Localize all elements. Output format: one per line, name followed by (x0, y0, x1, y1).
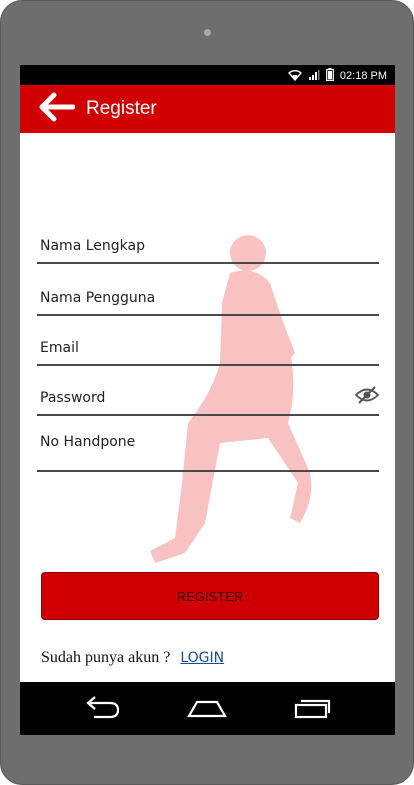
phone-input[interactable] (40, 434, 340, 450)
status-time: 02:18 PM (339, 70, 387, 82)
page-title: Register (86, 98, 157, 119)
username-input[interactable] (40, 290, 340, 306)
nav-back-icon[interactable] (84, 695, 122, 726)
wifi-icon (287, 69, 302, 84)
signal-icon (308, 69, 320, 84)
register-form: REGISTER Sudah punya akun ? LOGIN (20, 133, 395, 682)
phone-field[interactable] (37, 414, 379, 472)
login-link[interactable]: LOGIN (180, 650, 224, 666)
camera-dot (204, 29, 211, 36)
login-prompt: Sudah punya akun ? LOGIN (41, 649, 224, 667)
nav-recents-icon[interactable] (293, 695, 331, 726)
username-field[interactable] (37, 264, 379, 316)
email-input[interactable] (40, 340, 340, 356)
full-name-field[interactable] (37, 212, 379, 264)
password-field[interactable] (37, 364, 380, 416)
device-frame: 02:18 PM Register Nama Lengkap Nama Peng… (0, 0, 414, 785)
app-bar: Register (20, 85, 395, 133)
email-field[interactable] (37, 314, 379, 366)
status-bar: 02:18 PM (20, 65, 395, 85)
navigation-bar (20, 682, 395, 735)
register-button[interactable]: REGISTER (41, 572, 379, 620)
battery-icon (326, 68, 334, 84)
back-arrow-icon (37, 92, 76, 127)
eye-slash-icon[interactable] (354, 386, 380, 404)
full-name-input[interactable] (40, 238, 340, 254)
back-button[interactable] (30, 85, 82, 133)
screen: 02:18 PM Register Nama Lengkap Nama Peng… (20, 65, 395, 735)
login-prompt-text: Sudah punya akun ? (41, 649, 171, 666)
password-input[interactable] (40, 390, 340, 406)
nav-home-icon[interactable] (187, 695, 227, 726)
status-icons: 02:18 PM (287, 68, 387, 84)
